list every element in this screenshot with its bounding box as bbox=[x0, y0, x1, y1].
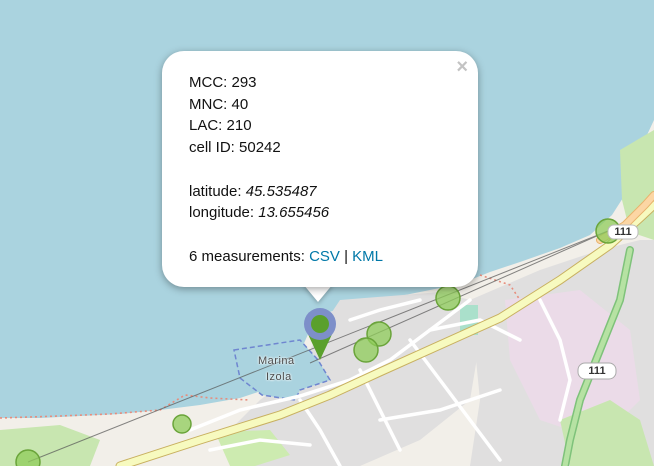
marina-label-line2: Izola bbox=[266, 371, 292, 383]
close-icon[interactable]: × bbox=[456, 57, 468, 77]
latitude-line: latitude: 45.535487 bbox=[189, 181, 383, 203]
mcc-label: MCC: bbox=[189, 74, 228, 91]
kml-download-link[interactable]: KML bbox=[352, 248, 383, 265]
lac-value: 210 bbox=[226, 117, 252, 135]
csv-download-link[interactable]: CSV bbox=[309, 248, 340, 265]
lac-label: LAC: bbox=[189, 117, 223, 135]
marina-label-line1: Marina bbox=[258, 355, 295, 367]
lac-line: LAC: 210 bbox=[189, 115, 383, 137]
longitude-value: 13.655456 bbox=[258, 204, 330, 222]
longitude-label: longitude: bbox=[189, 204, 255, 222]
measurement-point[interactable] bbox=[172, 414, 192, 434]
mnc-value: 40 bbox=[231, 95, 249, 113]
mnc-label: MNC: bbox=[189, 95, 228, 113]
link-separator: | bbox=[344, 247, 348, 265]
cellid-label: cell ID: bbox=[189, 139, 235, 157]
latitude-label: latitude: bbox=[189, 182, 242, 200]
cellid-value: 50242 bbox=[239, 139, 281, 157]
mcc-value: 293 bbox=[231, 74, 257, 91]
road-shield-111-a: 111 bbox=[614, 226, 632, 238]
latitude-value: 45.535487 bbox=[245, 182, 317, 200]
road-shield-111-b: 111 bbox=[588, 365, 606, 377]
measurements-line: 6 measurements: CSV | KML bbox=[189, 246, 383, 268]
mcc-line: MCC: 293 bbox=[189, 72, 383, 94]
popup-content: MCC: 293 MNC: 40 LAC: 210 cell ID: 50242… bbox=[189, 72, 383, 267]
measurement-point[interactable] bbox=[435, 285, 461, 311]
mnc-line: MNC: 40 bbox=[189, 94, 383, 116]
measurements-label: 6 measurements: bbox=[189, 247, 305, 265]
longitude-line: longitude: 13.655456 bbox=[189, 202, 383, 224]
measurement-point[interactable] bbox=[353, 337, 379, 363]
cell-info-popup: × MCC: 293 MNC: 40 LAC: 210 cell ID: 502… bbox=[162, 51, 478, 287]
cellid-line: cell ID: 50242 bbox=[189, 137, 383, 159]
